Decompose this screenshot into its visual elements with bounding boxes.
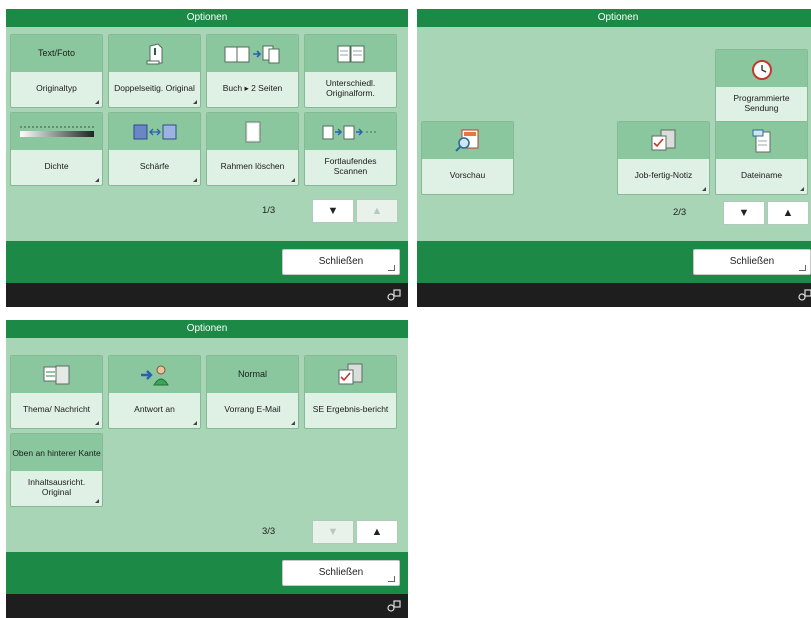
sharpness-icon [133,124,176,139]
transmission-report-icon [338,363,362,384]
schaerfe-label: Schärfe [139,160,170,171]
status-bar [6,283,408,307]
close-label: Schließen [729,256,775,267]
mixed-size-originals-icon [337,45,364,62]
close-button[interactable]: Schließen [282,560,400,586]
page-up-button[interactable]: ▲ [356,199,398,223]
clock-icon [751,59,772,80]
inhalt-value: Oben an hinterer Kante [12,447,101,458]
submenu-indicator-icon [800,187,804,191]
erase-frame-icon [245,121,260,142]
network-status-icon [798,289,811,301]
density-slider-icon [19,126,94,137]
submenu-indicator-icon [95,178,99,182]
submenu-indicator-icon [193,421,197,425]
close-bar: Schließen [417,241,811,283]
rahmen-loeschen-button[interactable]: Rahmen löschen [206,112,299,186]
close-button[interactable]: Schließen [282,249,400,275]
options-grid: Programmierte Sendung Vorschau Job-ferti… [417,27,811,241]
buch-2-seiten-button[interactable]: Buch ▸ 2 Seiten [206,34,299,108]
page-up-button[interactable]: ▲ [767,201,809,225]
inhalt-label: Inhaltsausricht. Original [27,476,86,497]
options-panel-page-2: Optionen Programmierte Sendung Vorschau … [417,9,811,307]
page-down-button[interactable]: ▼ [312,199,354,223]
close-label: Schließen [318,567,364,578]
options-panel-page-3: Optionen Thema/ Nachricht Antwort an Nor… [6,320,408,618]
options-grid: Text/Foto Originaltyp Doppelseitig. Orig… [6,27,408,241]
page-up-button[interactable]: ▲ [356,520,398,544]
jobfertig-label: Job-fertig-Notiz [634,169,693,180]
return-corner-icon [799,265,806,271]
originaltyp-button[interactable]: Text/Foto Originaltyp [10,34,103,108]
continuous-scan-icon [322,125,378,139]
network-status-icon [387,289,401,301]
se-ergebnisbericht-button[interactable]: SE Ergebnis-bericht [304,355,397,429]
thema-label: Thema/ Nachricht [22,403,91,414]
dateiname-button[interactable]: Dateiname [715,121,808,195]
return-corner-icon [388,576,395,582]
page-down-button[interactable]: ▼ [312,520,354,544]
close-button[interactable]: Schließen [693,249,811,275]
vorrang-label: Vorrang E-Mail [224,403,281,414]
inhaltsausricht-original-button[interactable]: Oben an hinterer Kante Inhaltsausricht. … [10,433,103,507]
antwort-an-button[interactable]: Antwort an [108,355,201,429]
originaltyp-label: Originaltyp [36,82,77,93]
close-bar: Schließen [6,552,408,594]
submenu-indicator-icon [291,421,295,425]
reply-to-person-icon [140,365,169,385]
fortlaufend-label: Fortlaufendes Scannen [324,155,377,176]
close-bar: Schließen [6,241,408,283]
status-bar [6,594,408,618]
file-name-icon [752,129,770,152]
originaltyp-value: Text/Foto [37,48,75,58]
panel-title: Optionen [6,9,408,27]
duplex-original-icon [146,42,162,64]
job-fertig-notiz-button[interactable]: Job-fertig-Notiz [617,121,710,195]
unterschiedl-originalform-button[interactable]: Unterschiedl. Originalform. [304,34,397,108]
page-indicator: 2/3 [673,207,687,218]
page-down-button[interactable]: ▼ [723,201,765,225]
return-corner-icon [388,265,395,271]
status-bar [417,283,811,307]
options-panel-page-1: Optionen Text/Foto Originaltyp Doppelsei… [6,9,408,307]
schaerfe-button[interactable]: Schärfe [108,112,201,186]
submenu-indicator-icon [95,421,99,425]
submenu-indicator-icon [291,178,295,182]
dateiname-label: Dateiname [740,169,783,180]
submenu-indicator-icon [95,100,99,104]
submenu-indicator-icon [702,187,706,191]
vorrang-email-button[interactable]: Normal Vorrang E-Mail [206,355,299,429]
job-done-notice-icon [651,129,675,150]
close-label: Schließen [318,256,364,267]
subject-message-icon [43,365,69,384]
seergebnis-label: SE Ergebnis-bericht [312,403,389,414]
dichte-button[interactable]: Dichte [10,112,103,186]
submenu-indicator-icon [95,499,99,503]
preview-magnifier-icon [454,129,478,152]
thema-nachricht-button[interactable]: Thema/ Nachricht [10,355,103,429]
antwort-label: Antwort an [134,403,175,414]
doppelseitig-original-button[interactable]: Doppelseitig. Original [108,34,201,108]
page-indicator: 3/3 [262,526,276,537]
page-indicator: 1/3 [262,205,276,216]
doppelseitig-label: Doppelseitig. Original [114,82,195,93]
vorschau-label: Vorschau [449,169,486,180]
unterschiedl-label: Unterschiedl. Originalform. [325,77,376,98]
buch-label: Buch ▸ 2 Seiten [222,82,283,93]
panel-title: Optionen [417,9,811,27]
rahmen-label: Rahmen löschen [220,160,285,171]
network-status-icon [387,600,401,612]
vorschau-button[interactable]: Vorschau [421,121,514,195]
vorrang-value: Normal [237,369,267,379]
dichte-label: Dichte [44,160,69,171]
book-to-two-pages-icon [224,45,279,63]
programmierte-sendung-button[interactable]: Programmierte Sendung [715,49,808,123]
programmierte-label: Programmierte Sendung [733,92,790,113]
fortlaufendes-scannen-button[interactable]: Fortlaufendes Scannen [304,112,397,186]
submenu-indicator-icon [193,178,197,182]
options-grid: Thema/ Nachricht Antwort an Normal Vorra… [6,338,408,552]
panel-title: Optionen [6,320,408,338]
submenu-indicator-icon [193,100,197,104]
